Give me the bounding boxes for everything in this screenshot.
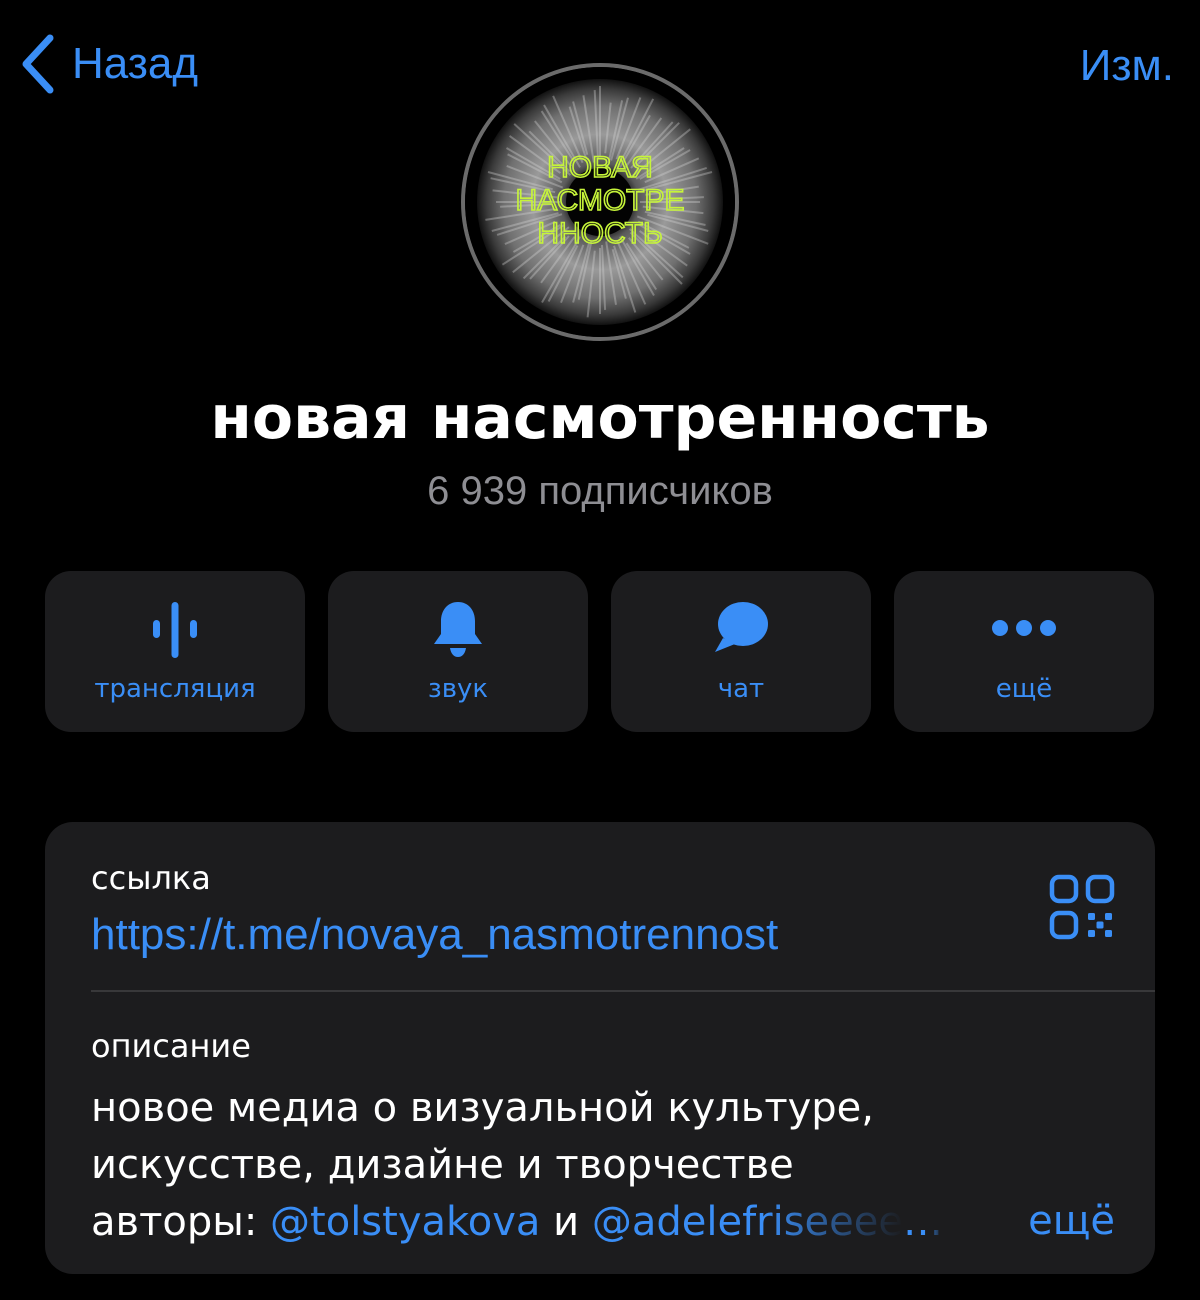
more-label: ещё bbox=[995, 674, 1053, 704]
author-mention-link[interactable]: @tolstyakova bbox=[270, 1199, 540, 1245]
expand-description-link[interactable]: ещё bbox=[1028, 1193, 1115, 1250]
divider bbox=[91, 990, 1155, 992]
truncation-ellipsis: … bbox=[903, 1199, 943, 1245]
channel-avatar[interactable]: НОВАЯ НАСМОТРЕ ННОСТЬ bbox=[461, 63, 739, 341]
more-dots-icon bbox=[894, 597, 1154, 659]
voice-chat-label: трансляция bbox=[94, 674, 256, 704]
channel-title: новая насмотренность bbox=[210, 383, 990, 453]
back-button[interactable]: Назад bbox=[20, 32, 198, 96]
bell-icon bbox=[328, 597, 588, 659]
qr-code-icon[interactable] bbox=[1049, 874, 1115, 940]
authors-prefix: авторы: bbox=[91, 1199, 271, 1245]
logo-text-line-3: ННОСТЬ bbox=[537, 217, 662, 250]
logo-text-line-1: НОВАЯ bbox=[547, 151, 653, 184]
description-text: новое медиа о визуальной культуре, искус… bbox=[91, 1080, 1111, 1251]
authors-line: авторы: @tolstyakova и @adelefriseeee… bbox=[91, 1194, 1111, 1251]
edit-button[interactable]: Изм. bbox=[1080, 44, 1174, 88]
description-caption: описание bbox=[91, 1027, 251, 1065]
channel-link[interactable]: https://t.me/novaya_nasmotrennost bbox=[91, 908, 778, 962]
info-card: ссылка https://t.me/novaya_nasmotrennost… bbox=[45, 822, 1155, 1274]
authors-conjunction: и bbox=[540, 1199, 592, 1245]
chat-label: чат bbox=[717, 674, 765, 704]
more-button[interactable]: ещё bbox=[894, 571, 1154, 732]
voice-chat-icon bbox=[45, 597, 305, 659]
chat-button[interactable]: чат bbox=[611, 571, 871, 732]
description-line: искусстве, дизайне и творчестве bbox=[91, 1142, 794, 1188]
eye-logo-image: НОВАЯ НАСМОТРЕ ННОСТЬ bbox=[465, 67, 735, 337]
chat-bubble-icon bbox=[611, 597, 871, 659]
voice-chat-button[interactable]: трансляция bbox=[45, 571, 305, 732]
chevron-left-icon bbox=[20, 34, 56, 94]
author-mention-link[interactable]: @adelefriseeee bbox=[592, 1199, 903, 1245]
logo-text-line-2: НАСМОТРЕ bbox=[515, 184, 684, 217]
sound-label: звук bbox=[427, 674, 489, 704]
link-caption: ссылка bbox=[91, 859, 211, 897]
back-button-label: Назад bbox=[72, 39, 199, 88]
sound-button[interactable]: звук bbox=[328, 571, 588, 732]
subscriber-count: 6 939 подписчиков bbox=[427, 469, 773, 513]
description-line: новое медиа о визуальной культуре, bbox=[91, 1085, 875, 1131]
action-buttons: трансляция звук чат ещё bbox=[45, 571, 1155, 732]
